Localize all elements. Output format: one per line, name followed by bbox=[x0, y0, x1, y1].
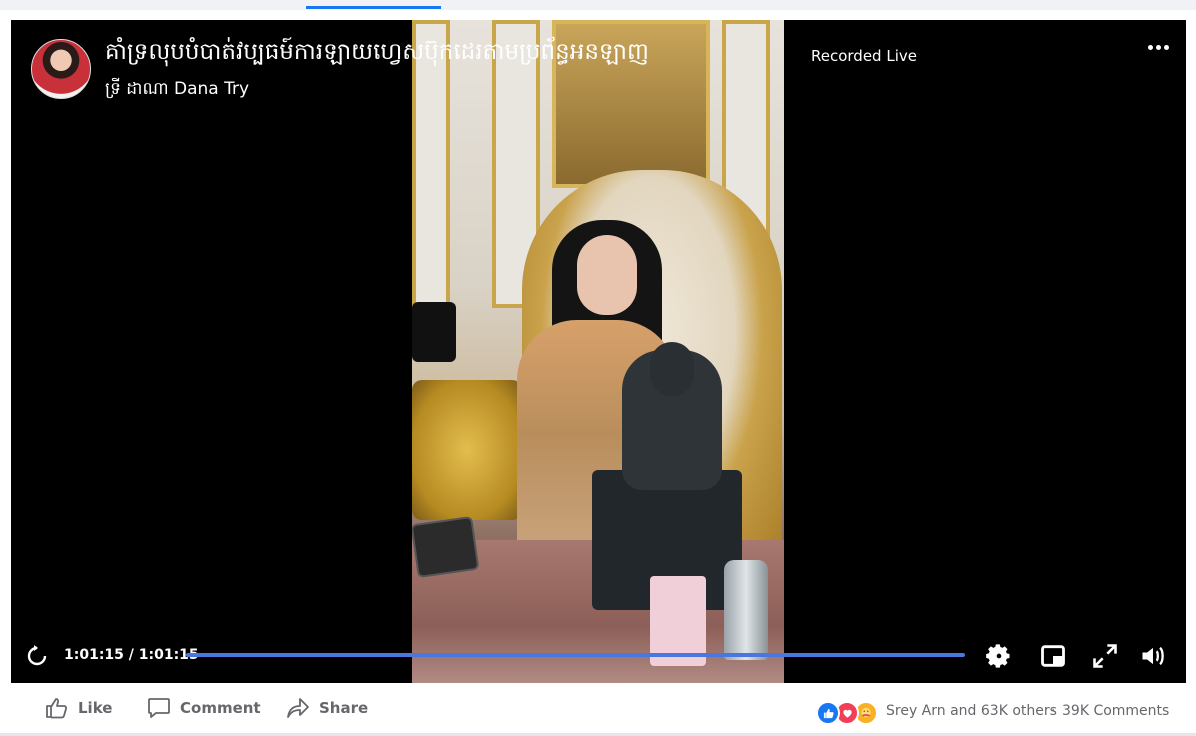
post-card: គាំទ្រលុបបំបាត់វប្បធម៍ការឡាយហ្វេសប៊ុកដេរ… bbox=[0, 10, 1196, 736]
video-player[interactable]: គាំទ្រលុបបំបាត់វប្បធម៍ការឡាយហ្វេសប៊ុកដេរ… bbox=[11, 20, 1186, 683]
share-arrow-icon bbox=[287, 698, 309, 718]
like-button[interactable]: Like bbox=[45, 697, 112, 719]
video-title: គាំទ្រលុបបំបាត់វប្បធម៍ការឡាយហ្វេសប៊ុកដេរ… bbox=[105, 39, 649, 65]
reactions-summary[interactable]: Srey Arn and 63K others bbox=[886, 703, 1057, 719]
smartphone bbox=[412, 515, 480, 579]
like-label: Like bbox=[78, 699, 113, 717]
person-face bbox=[577, 235, 637, 315]
volume-icon[interactable] bbox=[1139, 642, 1167, 670]
water-bottle bbox=[724, 560, 768, 660]
recorded-live-badge: Recorded Live bbox=[811, 47, 917, 65]
video-frame[interactable] bbox=[412, 20, 784, 683]
comments-count[interactable]: 39K Comments bbox=[1062, 703, 1169, 719]
author-avatar[interactable] bbox=[31, 39, 91, 99]
thumbs-up-icon bbox=[46, 698, 68, 719]
active-tab-indicator bbox=[306, 6, 441, 9]
replay-icon[interactable] bbox=[25, 644, 49, 668]
mini-player-icon[interactable] bbox=[1039, 642, 1067, 670]
author-name[interactable]: ទ្រី ដាណា Dana Try bbox=[105, 78, 249, 103]
comment-label: Comment bbox=[180, 699, 261, 717]
share-button[interactable]: Share bbox=[286, 697, 368, 719]
timecode: 1:01:15 / 1:01:15 bbox=[64, 647, 199, 663]
progress-bar[interactable] bbox=[186, 653, 965, 657]
share-label: Share bbox=[319, 699, 369, 717]
statue-head bbox=[650, 342, 694, 396]
gold-ornament bbox=[412, 380, 522, 520]
like-reaction-icon bbox=[816, 701, 840, 725]
fullscreen-icon[interactable] bbox=[1091, 642, 1119, 670]
more-options-icon[interactable] bbox=[1145, 38, 1171, 56]
speech-bubble-icon bbox=[148, 698, 170, 718]
comment-button[interactable]: Comment bbox=[147, 697, 261, 719]
handbag bbox=[412, 302, 456, 362]
settings-icon[interactable] bbox=[985, 642, 1013, 670]
reaction-icons[interactable] bbox=[816, 701, 878, 725]
action-bar: Like Comment Share Srey Arn and 63K othe… bbox=[11, 683, 1186, 736]
separator-dot: · bbox=[1051, 703, 1056, 719]
